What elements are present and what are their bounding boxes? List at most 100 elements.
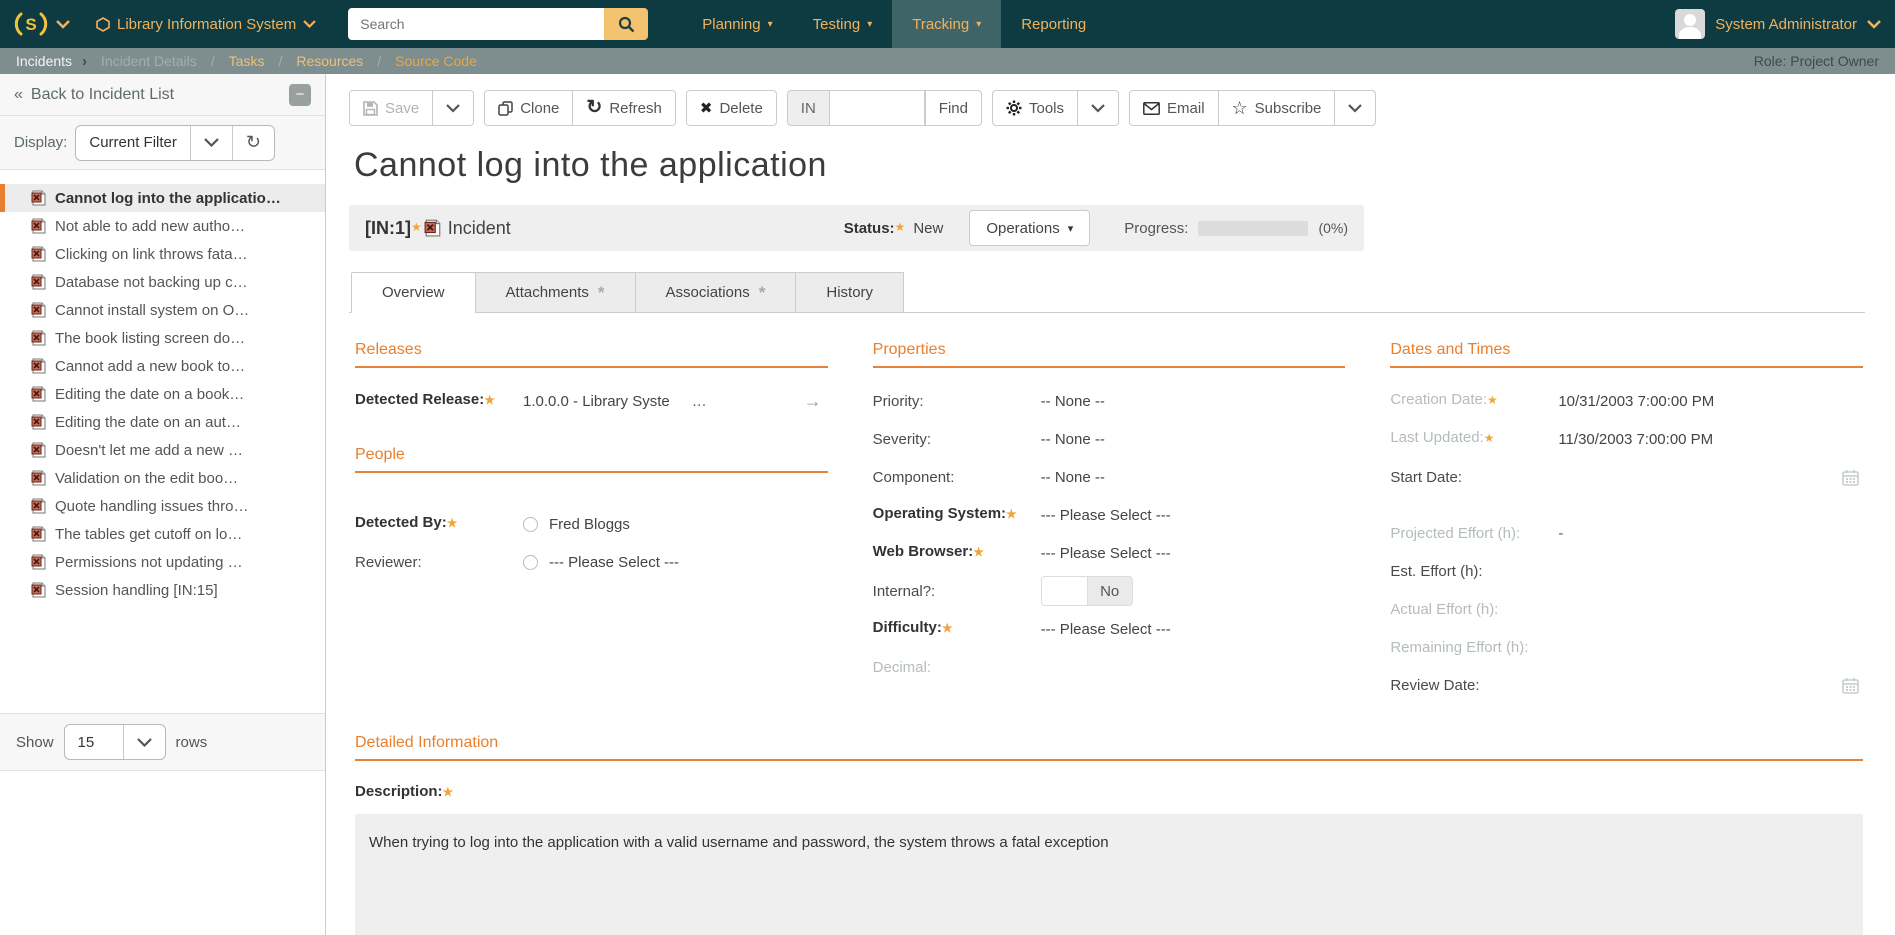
web-browser-value[interactable]: --- Please Select --- xyxy=(1041,545,1171,562)
incident-doc-icon xyxy=(31,526,47,542)
priority-value[interactable]: -- None -- xyxy=(1041,393,1105,410)
list-item[interactable]: Validation on the edit boo… xyxy=(0,464,325,492)
releases-people-column: Releases Detected Release:★ 1.0.0.0 - Li… xyxy=(355,341,828,704)
required-star-icon: ★ xyxy=(1487,393,1498,407)
calendar-icon[interactable] xyxy=(1842,469,1863,486)
description-textarea[interactable]: When trying to log into the application … xyxy=(355,814,1863,935)
save-caret-button[interactable] xyxy=(432,90,474,126)
incident-doc-icon xyxy=(31,442,47,458)
asterisk-badge-icon: * xyxy=(598,286,605,300)
internal-toggle[interactable]: No xyxy=(1041,576,1133,606)
breadcrumb-tasks[interactable]: Tasks xyxy=(229,53,265,69)
progress-bar xyxy=(1198,221,1308,236)
nav-tracking[interactable]: Tracking ▾ xyxy=(892,0,1001,48)
list-item[interactable]: Cannot add a new book to… xyxy=(0,352,325,380)
delete-x-icon: ✖ xyxy=(700,99,713,117)
main-content: Save Clone ↻ Refresh xyxy=(326,74,1895,935)
list-item[interactable]: Database not backing up c… xyxy=(0,268,325,296)
operations-button[interactable]: Operations ▾ xyxy=(969,210,1090,246)
subscribe-button[interactable]: ☆ Subscribe xyxy=(1218,90,1336,126)
reviewer-value[interactable]: --- Please Select --- xyxy=(549,554,679,571)
severity-row: Severity: -- None -- xyxy=(873,420,1346,458)
list-item[interactable]: Permissions not updating … xyxy=(0,548,325,576)
incident-doc-icon xyxy=(31,190,47,206)
breadcrumb-resources[interactable]: Resources xyxy=(296,53,363,69)
list-item[interactable]: Session handling [IN:15] xyxy=(0,576,325,604)
tab-overview[interactable]: Overview xyxy=(351,272,476,313)
filter-select-caret-button[interactable] xyxy=(190,126,232,160)
goto-release-arrow-icon[interactable]: → xyxy=(804,391,828,412)
list-item[interactable]: Not able to add new autho… xyxy=(0,212,325,240)
detected-release-value[interactable]: 1.0.0.0 - Library Syste xyxy=(523,393,670,410)
user-menu[interactable]: System Administrator xyxy=(1675,9,1881,39)
difficulty-value[interactable]: --- Please Select --- xyxy=(1041,621,1171,638)
start-date-label: Start Date: xyxy=(1390,469,1558,486)
incident-doc-icon xyxy=(31,498,47,514)
list-item[interactable]: The book listing screen do… xyxy=(0,324,325,352)
delete-button[interactable]: ✖ Delete xyxy=(686,90,777,126)
tab-history[interactable]: History xyxy=(795,272,904,313)
refresh-label: Refresh xyxy=(609,100,662,117)
list-item[interactable]: The tables get cutoff on lo… xyxy=(0,520,325,548)
tab-associations[interactable]: Associations* xyxy=(635,272,797,313)
search-button[interactable] xyxy=(604,8,648,40)
ellipsis-button[interactable]: … xyxy=(692,393,709,410)
decimal-row: Decimal: xyxy=(873,648,1346,686)
tab-label: Attachments xyxy=(506,284,589,301)
progress-percent: (0%) xyxy=(1318,220,1348,236)
tab-attachments[interactable]: Attachments * xyxy=(475,272,636,313)
toggle-label: No xyxy=(1088,577,1132,605)
list-item[interactable]: Doesn't let me add a new … xyxy=(0,436,325,464)
email-button[interactable]: Email xyxy=(1129,90,1219,126)
incident-list: Cannot log into the applicatio… Not able… xyxy=(0,170,325,713)
chevron-down-icon xyxy=(303,20,316,28)
search-input[interactable] xyxy=(348,8,604,40)
reviewer-radio[interactable] xyxy=(523,555,538,570)
calendar-icon[interactable] xyxy=(1842,677,1863,694)
list-item[interactable]: Quote handling issues thro… xyxy=(0,492,325,520)
refresh-button[interactable]: ↻ Refresh xyxy=(572,90,675,126)
operating-system-value[interactable]: --- Please Select --- xyxy=(1041,507,1171,524)
filter-select[interactable]: Current Filter xyxy=(76,126,190,160)
required-star-icon: ★ xyxy=(443,785,454,799)
tools-caret-button[interactable] xyxy=(1077,90,1119,126)
save-button[interactable]: Save xyxy=(349,90,433,126)
subscribe-caret-button[interactable] xyxy=(1334,90,1376,126)
nav-reporting[interactable]: Reporting xyxy=(1001,0,1106,48)
list-item[interactable]: Cannot log into the applicatio… xyxy=(0,184,325,212)
save-icon xyxy=(363,101,378,116)
tools-button[interactable]: Tools xyxy=(992,90,1078,126)
list-item[interactable]: Editing the date on a book… xyxy=(0,380,325,408)
list-item[interactable]: Editing the date on an aut… xyxy=(0,408,325,436)
rows-select-caret-button[interactable] xyxy=(123,725,165,759)
spira-logo-icon: S xyxy=(14,7,48,41)
app-logo-menu[interactable]: S xyxy=(14,7,70,41)
review-date-row: Review Date: xyxy=(1390,666,1863,704)
back-to-incident-list-link[interactable]: Back to Incident List xyxy=(31,86,174,104)
breadcrumb-source-code[interactable]: Source Code xyxy=(395,53,477,69)
rows-label: rows xyxy=(176,734,208,751)
nav-planning[interactable]: Planning ▾ xyxy=(682,0,792,48)
component-value[interactable]: -- None -- xyxy=(1041,469,1105,486)
filter-refresh-button[interactable]: ↻ xyxy=(232,126,274,160)
nav-testing[interactable]: Testing ▾ xyxy=(793,0,893,48)
reviewer-row: Reviewer: --- Please Select --- xyxy=(355,543,828,581)
tab-label: Associations xyxy=(666,284,750,301)
sidebar-collapse-button[interactable]: − xyxy=(289,84,311,106)
list-item[interactable]: Clicking on link throws fata… xyxy=(0,240,325,268)
list-item-label: Cannot add a new book to… xyxy=(55,358,245,375)
detected-by-value[interactable]: Fred Bloggs xyxy=(549,516,630,533)
list-item[interactable]: Cannot install system on O… xyxy=(0,296,325,324)
find-input[interactable] xyxy=(829,90,925,126)
clone-button[interactable]: Clone xyxy=(484,90,573,126)
breadcrumb-incidents[interactable]: Incidents xyxy=(16,53,72,69)
list-item-label: Not able to add new autho… xyxy=(55,218,245,235)
rows-select[interactable]: 15 xyxy=(65,725,123,759)
severity-label: Severity: xyxy=(873,431,1041,448)
est-effort-label: Est. Effort (h): xyxy=(1390,563,1558,580)
show-label: Show xyxy=(16,734,54,751)
find-button[interactable]: Find xyxy=(925,90,982,126)
detected-by-radio[interactable] xyxy=(523,517,538,532)
severity-value[interactable]: -- None -- xyxy=(1041,431,1105,448)
project-selector[interactable]: Library Information System xyxy=(96,16,316,33)
